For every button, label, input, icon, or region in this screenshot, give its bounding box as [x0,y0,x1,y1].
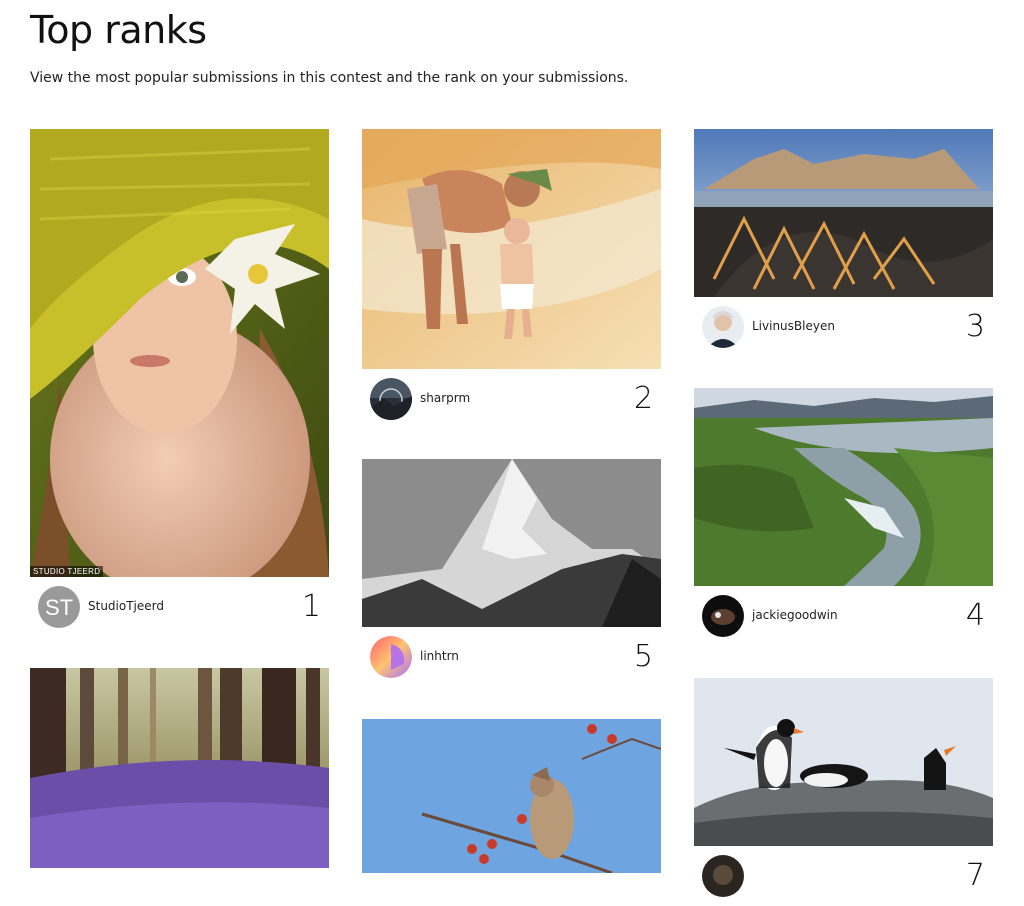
submission-photo[interactable] [362,719,661,873]
submission-card-waxwing[interactable] [362,719,661,873]
submission-meta: sharprm 2 [362,369,661,429]
bluebell-forest-image [30,668,329,868]
submission-photo[interactable] [694,129,993,297]
submission-card-rank-4[interactable]: jackiegoodwin 4 [694,388,993,646]
submission-photo[interactable] [694,388,993,586]
submission-card-bluebell-forest[interactable] [30,668,329,868]
submission-photo[interactable] [694,678,993,846]
user-avatar[interactable] [370,378,412,420]
submission-meta: LivinusBleyen 3 [694,297,993,357]
father-and-child-on-beach-image [362,129,661,369]
svg-text:ST: ST [45,595,73,620]
rank-number: 2 [633,381,653,416]
submission-card-rank-1[interactable]: STUDIO TJEERD ST StudioTjeerd 1 [30,129,329,637]
rank-number: 7 [965,858,985,893]
penguins-on-rock-image [694,678,993,846]
submission-card-rank-5[interactable]: linhtrn 5 [362,459,661,687]
snowy-mountain-peak-bw-image [362,459,661,627]
sharprm-avatar-image [370,378,412,420]
submission-photo[interactable] [362,129,661,369]
rank-number: 4 [965,598,985,633]
river-valley-waterfall-image [694,388,993,586]
submission-photo[interactable] [30,668,329,868]
rank-number: 3 [965,309,985,344]
submission-meta: jackiegoodwin 4 [694,586,993,646]
studio-tjeerd-avatar-image: ST [38,586,80,628]
submission-card-rank-3[interactable]: LivinusBleyen 3 [694,129,993,357]
photo-watermark: STUDIO TJEERD [30,566,104,577]
user-avatar[interactable] [702,306,744,348]
username[interactable]: jackiegoodwin [752,608,838,622]
mountain-dunes-landscape-image [694,129,993,297]
jackiegoodwin-avatar-image [702,595,744,637]
submission-card-rank-7[interactable]: 7 [694,678,993,906]
user-avatar[interactable] [702,595,744,637]
livinus-bleyen-avatar-image [702,306,744,348]
page-subtitle: View the most popular submissions in thi… [30,70,629,86]
submission-card-rank-2[interactable]: sharprm 2 [362,129,661,429]
linhtrn-avatar-image [370,636,412,678]
portrait-woman-yellow-hat-image [30,129,329,577]
submission-photo[interactable]: STUDIO TJEERD [30,129,329,577]
waxwing-bird-berries-image [362,719,661,873]
username[interactable]: StudioTjeerd [88,599,164,613]
rank-number: 1 [301,589,321,624]
rank-number: 5 [633,639,653,674]
username[interactable]: sharprm [420,391,470,405]
rank-7-avatar-image [702,855,744,897]
submission-meta: linhtrn 5 [362,627,661,687]
user-avatar[interactable]: ST [38,586,80,628]
submission-meta: ST StudioTjeerd 1 [30,577,329,637]
user-avatar[interactable] [702,855,744,897]
username[interactable]: linhtrn [420,649,459,663]
username[interactable]: LivinusBleyen [752,319,835,333]
submission-meta: 7 [694,846,993,906]
page-title: Top ranks [30,8,207,52]
user-avatar[interactable] [370,636,412,678]
submission-photo[interactable] [362,459,661,627]
